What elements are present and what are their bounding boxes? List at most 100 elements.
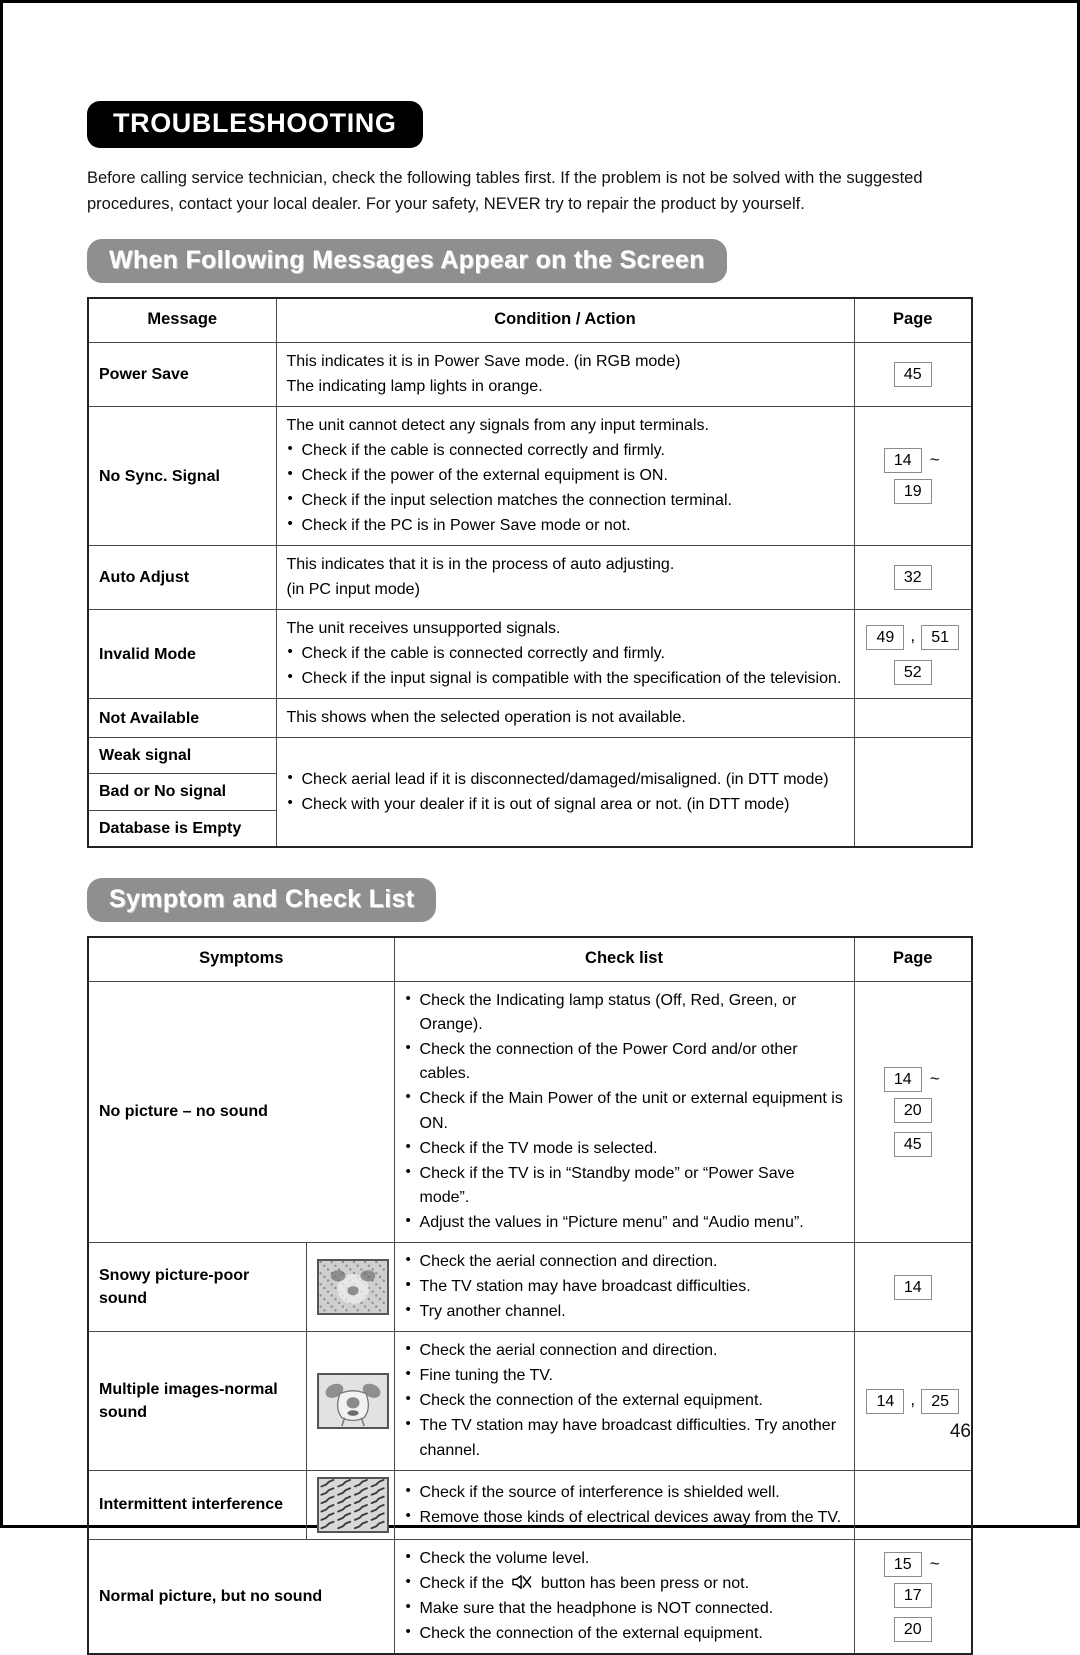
page-reference-icon: 20 bbox=[893, 1098, 932, 1124]
list-item: Check if the Main Power of the unit or e… bbox=[405, 1086, 844, 1111]
condition-action-cell: The unit receives unsupported signals. Ch… bbox=[275, 609, 855, 700]
table-row: Intermittent interference Check if the so… bbox=[87, 1470, 973, 1541]
range-separator: ~ bbox=[929, 450, 940, 470]
checklist-cell: Check if the source of interference is s… bbox=[393, 1470, 855, 1541]
list-item: Check if the input signal is compatible … bbox=[287, 666, 844, 691]
page-reference-group: 45 bbox=[865, 362, 962, 388]
page-cell: 32 bbox=[853, 545, 973, 611]
symptoms-table: Symptoms Check list Page No picture – no… bbox=[87, 936, 974, 1655]
list-separator: , bbox=[910, 625, 916, 645]
page-reference-icon: 52 bbox=[893, 659, 932, 685]
list-item: The unit receives unsupported signals. bbox=[286, 620, 561, 638]
list-item: The unit cannot detect any signals from … bbox=[286, 417, 709, 435]
list-item-continuation: ON. bbox=[419, 1115, 448, 1133]
page-cell: 14, 25 bbox=[853, 1331, 973, 1472]
table-row: No Sync. Signal The unit cannot detect an… bbox=[87, 406, 973, 547]
page-reference-group: 45 bbox=[865, 1132, 962, 1158]
list-item: Check the connection of the external equ… bbox=[405, 1388, 844, 1413]
page-content: TROUBLESHOOTING Before calling service t… bbox=[87, 3, 974, 1655]
list-item: Try another channel. bbox=[405, 1299, 844, 1324]
list-item: The TV station may have broadcast diffic… bbox=[405, 1274, 844, 1299]
page-reference-group: 14 bbox=[865, 1274, 962, 1300]
table-row: Normal picture, but no soundCheck the vo… bbox=[87, 1539, 973, 1655]
list-separator: , bbox=[910, 1389, 916, 1409]
list-item: Check if the power of the external equip… bbox=[287, 463, 844, 488]
list-item: Check the Indicating lamp status (Off, R… bbox=[405, 988, 844, 1037]
list-item: This shows when the selected operation i… bbox=[286, 709, 686, 727]
page-cell: 49, 51 52 bbox=[853, 609, 973, 700]
symptom-label: Multiple images-normal sound bbox=[87, 1331, 307, 1472]
page-reference-icon: 49 bbox=[866, 624, 905, 650]
table-row: Weak signal Check aerial lead if it is di… bbox=[87, 737, 973, 848]
list-item: Check if the PC is in Power Save mode or… bbox=[287, 513, 844, 538]
table-header-row: Symptoms Check list Page bbox=[87, 936, 973, 983]
messages-table: Message Condition / Action Page Power Sa… bbox=[87, 297, 973, 848]
checklist-cell: Check the volume level.Check if the butt… bbox=[393, 1539, 855, 1655]
message-label: Database is Empty bbox=[87, 809, 277, 848]
page-reference-group: 52 bbox=[865, 659, 962, 685]
checklist-cell: Check the aerial connection and directio… bbox=[393, 1331, 855, 1472]
list-item: Check the aerial connection and directio… bbox=[405, 1338, 844, 1363]
page-cell: 15 ~17 20 bbox=[853, 1539, 973, 1655]
list-item: Check with your dealer if it is out of s… bbox=[287, 792, 844, 817]
table-row: Invalid Mode The unit receives unsupporte… bbox=[87, 609, 973, 700]
page-number: 46 bbox=[949, 1421, 971, 1442]
mute-icon bbox=[512, 1575, 533, 1590]
condition-action-cell: The unit cannot detect any signals from … bbox=[275, 406, 855, 547]
condition-action-cell: Check aerial lead if it is disconnected/… bbox=[275, 737, 855, 848]
checklist-cell: Check the Indicating lamp status (Off, R… bbox=[393, 981, 855, 1244]
list-item: Check the volume level. bbox=[405, 1546, 844, 1571]
condition-action-cell: This indicates that it is in the process… bbox=[275, 545, 855, 611]
symptom-thumbnail-cell bbox=[305, 1470, 395, 1541]
page-reference-group: 14 ~19 bbox=[865, 448, 962, 505]
check-list: This shows when the selected operation i… bbox=[287, 706, 844, 730]
range-separator: ~ bbox=[929, 1553, 940, 1573]
message-label: Not Available bbox=[87, 698, 277, 739]
col-header-symptoms: Symptoms bbox=[87, 936, 395, 983]
page-reference-icon: 17 bbox=[893, 1582, 932, 1608]
table-row: Power Save This indicates it is in Power … bbox=[87, 342, 973, 408]
page-reference-icon: 32 bbox=[893, 565, 932, 591]
range-separator: ~ bbox=[929, 1069, 940, 1089]
page-reference-group: 14 ~20 bbox=[865, 1067, 962, 1124]
list-item: Check aerial lead if it is disconnected/… bbox=[287, 767, 844, 792]
col-header-message: Message bbox=[87, 297, 277, 344]
messages-table-body: Power Save This indicates it is in Power … bbox=[87, 342, 973, 848]
page-reference-group: 15 ~17 bbox=[865, 1551, 962, 1608]
message-label: Invalid Mode bbox=[87, 609, 277, 700]
check-list: This indicates it is in Power Save mode.… bbox=[287, 350, 844, 399]
list-item: Fine tuning the TV. bbox=[405, 1363, 844, 1388]
list-item: Check if the TV mode is selected. bbox=[405, 1136, 844, 1161]
list-item: (in PC input mode) bbox=[286, 581, 420, 599]
page-reference-icon: 19 bbox=[893, 479, 932, 505]
list-item: Check if the input selection matches the… bbox=[287, 488, 844, 513]
message-label: Bad or No signal bbox=[87, 773, 277, 811]
page-reference-icon: 14 bbox=[883, 448, 922, 474]
check-list: Check if the source of interference is s… bbox=[405, 1480, 844, 1530]
page-reference-icon: 51 bbox=[921, 624, 960, 650]
page-cell bbox=[853, 1470, 973, 1541]
check-list: Check the aerial connection and directio… bbox=[405, 1338, 844, 1463]
table-row: Snowy picture-poor sound Check the aerial… bbox=[87, 1242, 973, 1333]
list-item: Remove those kinds of electrical devices… bbox=[405, 1505, 844, 1530]
page-title: TROUBLESHOOTING bbox=[87, 101, 423, 148]
table-row: Not Available This shows when the selecte… bbox=[87, 698, 973, 739]
list-item: This indicates it is in Power Save mode.… bbox=[286, 353, 681, 371]
col-header-checklist: Check list bbox=[393, 936, 855, 983]
page-reference-icon: 25 bbox=[921, 1388, 960, 1414]
check-list: The unit receives unsupported signals. Ch… bbox=[287, 617, 844, 691]
check-list: Check aerial lead if it is disconnected/… bbox=[287, 767, 844, 817]
list-item: Make sure that the headphone is NOT conn… bbox=[405, 1596, 844, 1621]
message-label: No Sync. Signal bbox=[87, 406, 277, 547]
page-reference-group: 32 bbox=[865, 565, 962, 591]
col-header-page: Page bbox=[853, 936, 973, 983]
table-row: No picture – no soundCheck the Indicatin… bbox=[87, 981, 973, 1244]
symptoms-table-body: No picture – no soundCheck the Indicatin… bbox=[87, 981, 973, 1655]
list-item: Check the connection of the Power Cord a… bbox=[405, 1037, 844, 1086]
list-item: Check the aerial connection and directio… bbox=[405, 1249, 844, 1274]
symptom-label: No picture – no sound bbox=[87, 981, 395, 1244]
symptom-thumbnail-cell bbox=[305, 1331, 395, 1472]
page-cell: 14 ~19 bbox=[853, 406, 973, 547]
page-cell: 14 ~20 45 bbox=[853, 981, 973, 1244]
check-list: Check the aerial connection and directio… bbox=[405, 1249, 844, 1324]
